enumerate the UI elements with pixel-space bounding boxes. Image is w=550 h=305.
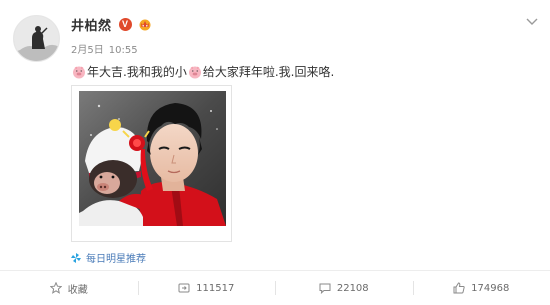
collect-label: 收藏 (67, 284, 88, 296)
repost-icon (178, 283, 190, 293)
comment-button[interactable]: 22108 (275, 271, 413, 305)
daily-star-recommend[interactable]: 每日明星推荐 (71, 250, 146, 265)
name-row: 井柏然 V (71, 14, 152, 34)
avatar[interactable] (13, 15, 60, 62)
post-meta: 2月5日 10:55 (71, 41, 138, 56)
thumbs-up-icon (453, 282, 465, 294)
repost-count: 111517 (196, 282, 235, 294)
collect-button[interactable]: 收藏 (0, 271, 138, 305)
chevron-down-icon (526, 18, 538, 25)
avatar-silhouette-icon (14, 16, 59, 61)
weibo-post-card: 井柏然 V 2月5日 10:55 年大吉.我和我的小 给大家拜年啦.我.回来咯.… (0, 0, 550, 305)
recommend-label: 每日明星推荐 (86, 254, 146, 265)
action-bar: 收藏 111517 22108 174968 (0, 271, 550, 305)
post-image[interactable] (71, 85, 232, 242)
verified-badge: V (118, 17, 132, 31)
member-crown-icon (139, 19, 151, 31)
post-date: 2月5日 (71, 45, 104, 56)
photo-illustration (79, 91, 226, 226)
comment-count: 22108 (336, 282, 369, 294)
like-count: 174968 (471, 282, 510, 294)
star-icon (49, 282, 62, 294)
username[interactable]: 井柏然 (71, 15, 112, 34)
post-text-part-2: 给大家拜年啦.我.回来咯. (202, 65, 335, 79)
post-time: 10:55 (108, 45, 138, 56)
like-button[interactable]: 174968 (412, 271, 550, 305)
post-text: 年大吉.我和我的小 给大家拜年啦.我.回来咯. (71, 63, 334, 80)
more-menu-button[interactable] (524, 14, 540, 30)
pinwheel-icon (71, 252, 81, 263)
post-text-part-1: 年大吉.我和我的小 (87, 65, 187, 79)
photo-content (79, 91, 226, 226)
repost-button[interactable]: 111517 (137, 271, 276, 305)
comment-icon (319, 283, 331, 294)
pig-emoji-icon (188, 66, 201, 78)
pig-emoji-icon (73, 66, 85, 78)
